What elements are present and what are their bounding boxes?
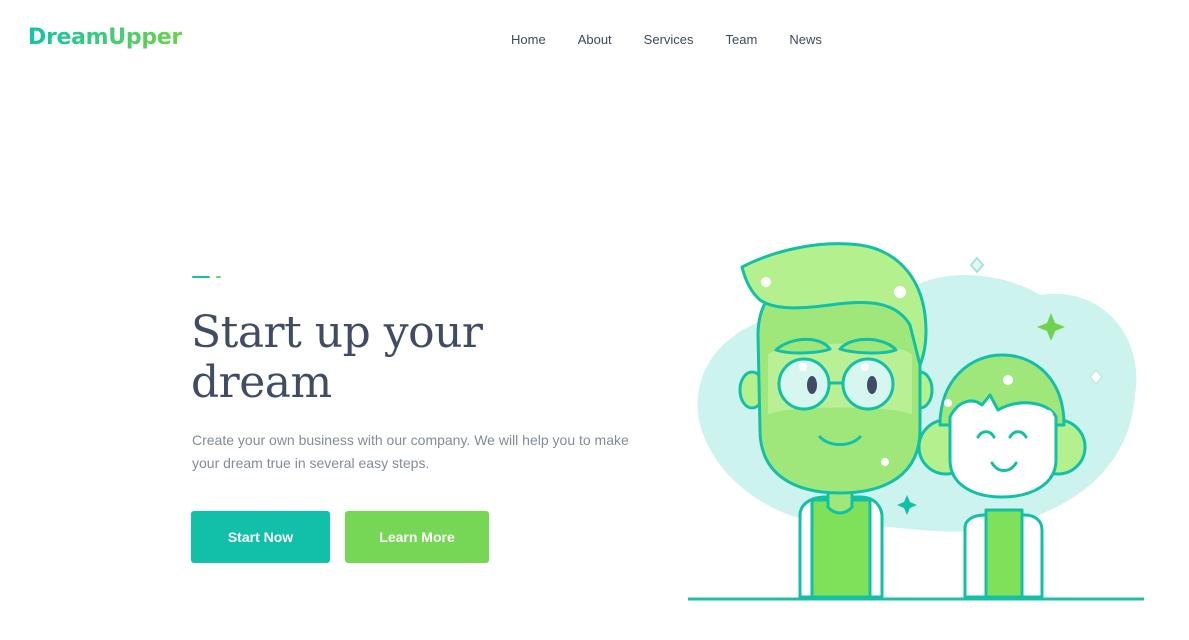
nav-item-services[interactable]: Services: [644, 32, 694, 47]
nav-item-home[interactable]: Home: [511, 32, 546, 47]
start-now-button[interactable]: Start Now: [191, 511, 330, 563]
accent-bar: [192, 276, 210, 278]
hero-headline: Start up your dream: [191, 307, 483, 408]
nav-item-news[interactable]: News: [789, 32, 822, 47]
hero-illustration: [688, 242, 1144, 601]
headline-accent: [192, 276, 221, 278]
brand-logo[interactable]: DreamUpper: [28, 25, 182, 50]
accent-dot: [216, 276, 221, 278]
hero-subtext: Create your own business with our compan…: [192, 432, 629, 471]
learn-more-button[interactable]: Learn More: [345, 511, 489, 563]
nav-item-team[interactable]: Team: [726, 32, 758, 47]
nav-item-about[interactable]: About: [578, 32, 612, 47]
sparkle-icon: [969, 256, 985, 274]
main-nav: Home About Services Team News: [511, 32, 854, 47]
